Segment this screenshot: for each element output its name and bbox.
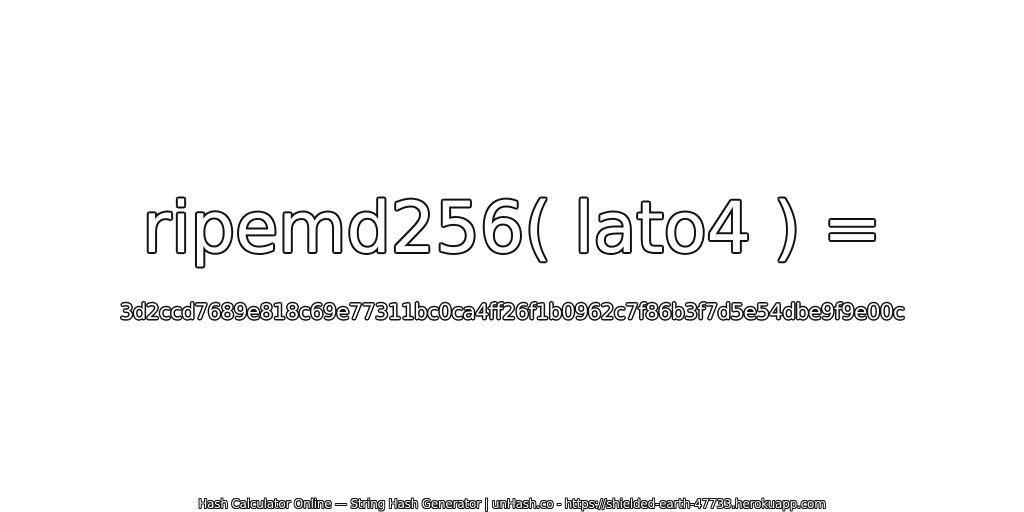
footer-credit: Hash Calculator Online — String Hash Gen…: [198, 497, 826, 511]
hash-result-value: 3d2ccd7689e818c69e77311bc0ca4ff26f1b0962…: [119, 300, 905, 325]
hash-expression-heading: ripemd256( lato4 ) =: [142, 187, 882, 269]
